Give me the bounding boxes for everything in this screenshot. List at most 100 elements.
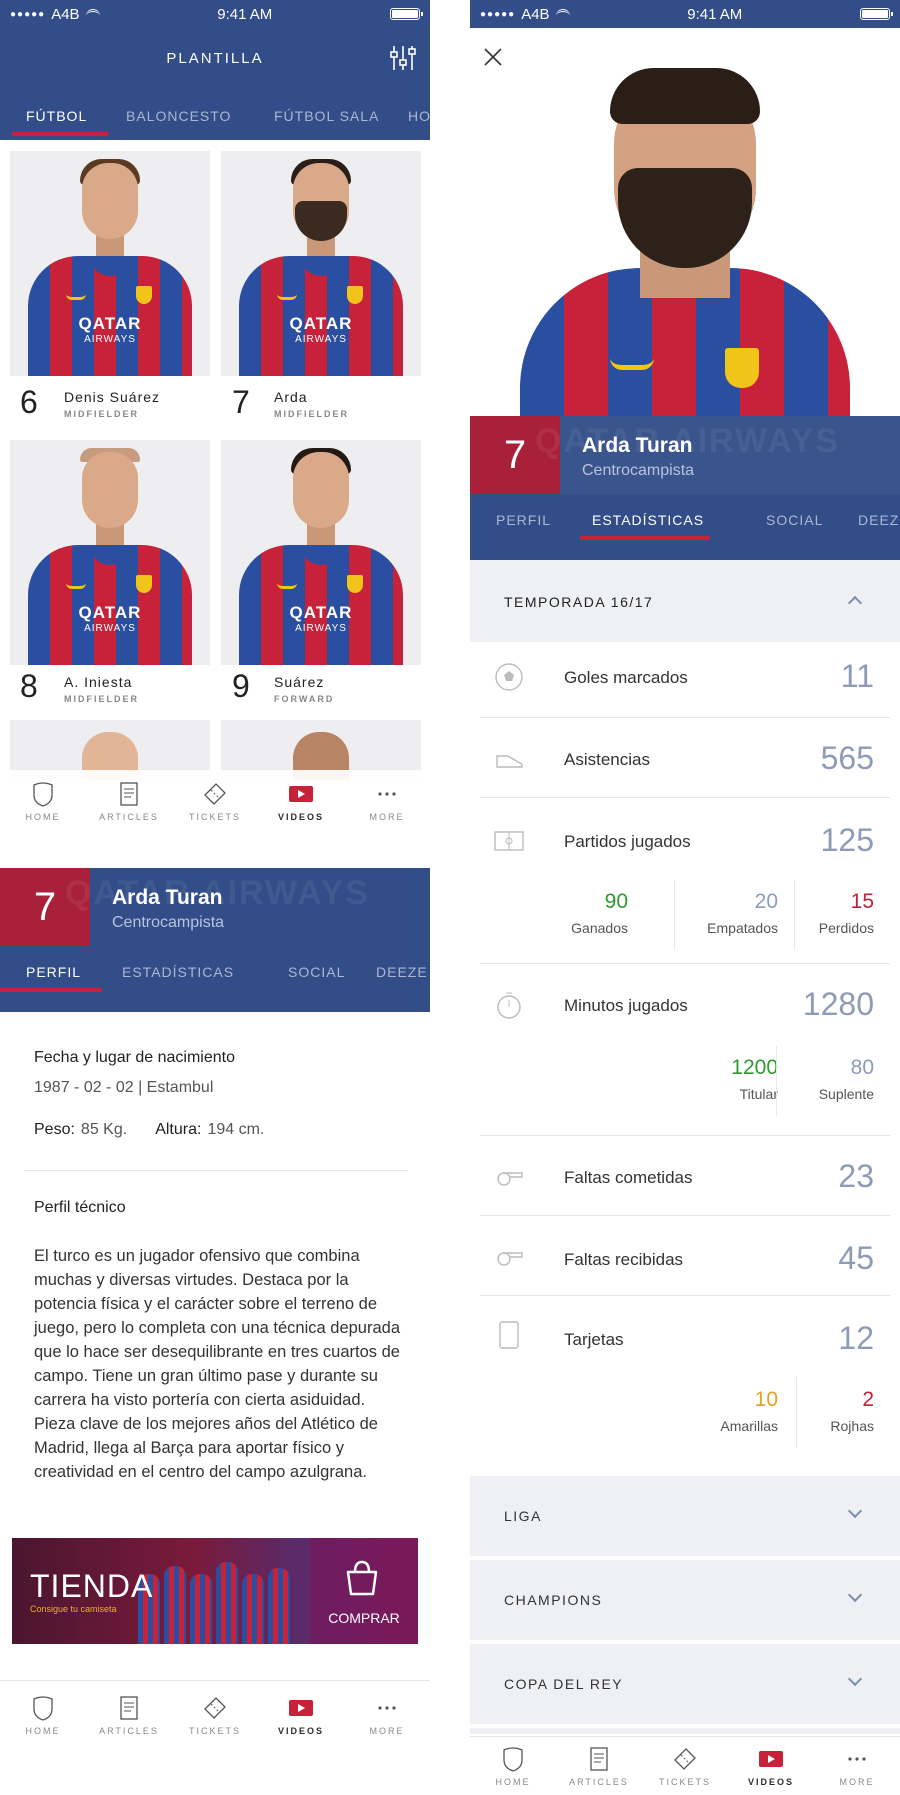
- carrier-label: A4B: [521, 5, 550, 23]
- stat-label: Faltas recibidas: [564, 1250, 684, 1269]
- weight-height: Peso: 85 Kg. Altura: 194 cm.: [34, 1118, 264, 1142]
- more-icon: [378, 1706, 396, 1710]
- chevron-up-icon: [847, 595, 863, 611]
- tab-videos[interactable]: VIDEOS: [261, 781, 341, 822]
- player-number: 7: [232, 384, 250, 420]
- play-icon: [289, 785, 313, 802]
- tab-more[interactable]: MORE: [817, 1746, 897, 1787]
- height-label: Altura:: [155, 1121, 202, 1138]
- tab-tickets[interactable]: TICKETS: [645, 1746, 725, 1787]
- player-number: 8: [20, 668, 38, 704]
- player-photo: QATAR AIRWAYS: [221, 151, 421, 376]
- tab-perfil[interactable]: PERFIL: [0, 952, 102, 992]
- stat-row-assists: Asistencias 565: [480, 718, 890, 798]
- crest-icon: [33, 781, 53, 807]
- chevron-down-icon: [847, 1671, 863, 1687]
- technical-label: Perfil técnico: [34, 1199, 126, 1216]
- accordion-spacer: [470, 1728, 900, 1734]
- card-icon: [499, 1321, 519, 1349]
- tab-social[interactable]: SOCIAL: [268, 952, 368, 992]
- accordion-liga[interactable]: LIGA: [470, 1476, 900, 1556]
- player-role: Centrocampista: [112, 914, 225, 931]
- tab-estadisticas[interactable]: ESTADÍSTICAS: [102, 952, 268, 992]
- tab-more[interactable]: MORE: [347, 781, 427, 822]
- signal-icon: ●●●●●: [480, 8, 516, 20]
- player-name: Arda: [274, 389, 308, 405]
- stat-sub-won: 90 Ganados: [571, 890, 628, 936]
- tab-videos[interactable]: VIDEOS: [261, 1695, 341, 1736]
- tab-articles[interactable]: ARTICLES: [559, 1746, 639, 1787]
- document-icon: [120, 781, 138, 806]
- tab-home[interactable]: HOME: [3, 781, 83, 822]
- tab-perfil[interactable]: PERFIL: [470, 500, 580, 540]
- stat-row-fouls-received: Faltas recibidas 45: [480, 1216, 890, 1296]
- birth-value: 1987 - 02 - 02 | Estambul: [34, 1079, 214, 1096]
- player-card[interactable]: QATAR AIRWAYS: [221, 440, 421, 665]
- tab-home[interactable]: HOME: [473, 1746, 553, 1787]
- accordion-copa-del-rey[interactable]: COPA DEL REY: [470, 1644, 900, 1724]
- accordion-champions[interactable]: CHAMPIONS: [470, 1560, 900, 1640]
- tab-social[interactable]: SOCIAL: [710, 500, 840, 540]
- profile-tabs: PERFIL ESTADÍSTICAS SOCIAL DEEZE: [470, 500, 900, 540]
- boot-icon: [496, 755, 523, 768]
- ticket-icon: [204, 1697, 226, 1719]
- stat-row-fouls-committed: Faltas cometidas 23: [480, 1136, 890, 1216]
- stat-row-matches: Partidos jugados 125 90 Ganados 20 Empatad…: [480, 798, 890, 964]
- shop-banner[interactable]: TIENDA Consigue tu camiseta COMPRAR: [12, 1538, 418, 1644]
- tab-baloncesto[interactable]: BALONCESTO: [108, 96, 254, 136]
- stat-value: 45: [838, 1240, 874, 1276]
- stat-row-goals: Goles marcados 11: [480, 642, 890, 718]
- season-header[interactable]: TEMPORADA 16/17: [470, 560, 900, 642]
- stat-sub-yellow: 10 Amarillas: [720, 1388, 778, 1434]
- status-bar: ●●●●● A4B 9:41 AM: [470, 0, 900, 28]
- stat-sub-sub: 80 Suplente: [818, 1056, 874, 1102]
- tab-hockey[interactable]: HO: [394, 96, 430, 136]
- shopping-bag-icon: [346, 1560, 378, 1596]
- player-card[interactable]: QATAR AIRWAYS: [221, 151, 421, 376]
- player-position: MIDFIELDER: [64, 409, 139, 419]
- status-bar-bg: ●●●●● A4B 9:41 AM: [470, 0, 900, 28]
- player-role: Centrocampista: [582, 462, 695, 479]
- player-card[interactable]: QATAR AIRWAYS: [10, 440, 210, 665]
- tab-futbol-sala[interactable]: FÚTBOL SALA: [254, 96, 394, 136]
- tab-more[interactable]: MORE: [347, 1695, 427, 1736]
- battery-icon: [389, 8, 423, 20]
- crest-icon: [503, 1746, 523, 1772]
- tab-videos[interactable]: VIDEOS: [731, 1746, 811, 1787]
- close-icon[interactable]: [482, 46, 504, 68]
- filter-icon[interactable]: [390, 44, 416, 72]
- sport-tabs: FÚTBOL BALONCESTO FÚTBOL SALA HO: [12, 96, 430, 136]
- stat-label: Tarjetas: [564, 1330, 624, 1349]
- shop-buy-button[interactable]: COMPRAR: [312, 1610, 416, 1626]
- tab-articles[interactable]: ARTICLES: [89, 781, 169, 822]
- player-position: MIDFIELDER: [64, 694, 139, 704]
- whistle-icon: [497, 1252, 523, 1266]
- carrier-label: A4B: [51, 5, 80, 23]
- clock: 9:41 AM: [217, 5, 273, 23]
- tab-articles[interactable]: ARTICLES: [89, 1695, 169, 1736]
- player-card[interactable]: QATAR AIRWAYS: [10, 151, 210, 376]
- more-icon: [848, 1756, 866, 1761]
- player-name: Arda Turan: [112, 886, 223, 909]
- player-photo: QATAR AIRWAYS: [10, 440, 210, 665]
- player-hero-photo: [470, 28, 900, 416]
- stopwatch-icon: [497, 992, 521, 1019]
- signal-icon: ●●●●●: [10, 8, 46, 20]
- tab-deezer[interactable]: DEEZE: [840, 500, 900, 540]
- tab-deezer[interactable]: DEEZE: [368, 952, 430, 992]
- technical-text: El turco es un jugador ofensivo que comb…: [34, 1247, 401, 1481]
- player-photo: QATAR AIRWAYS: [10, 151, 210, 376]
- player-banner: 7 QATAR AIRWAYS Arda Turan Centrocampist…: [0, 868, 430, 946]
- tab-bar: HOME ARTICLES TICKETS VIDEOS MORE: [0, 1680, 430, 1750]
- tab-futbol[interactable]: FÚTBOL: [12, 96, 108, 136]
- player-stats-screen: ●●●●● A4B 9:41 AM 7 QATAR AIRWAYS Arda T…: [470, 0, 900, 1795]
- profile-tabs-bar: PERFIL ESTADÍSTICAS SOCIAL DEEZE: [470, 494, 900, 560]
- stat-value: 1280: [802, 986, 874, 1022]
- tab-estadisticas[interactable]: ESTADÍSTICAS: [580, 500, 710, 540]
- tab-tickets[interactable]: TICKETS: [175, 781, 255, 822]
- tab-home[interactable]: HOME: [3, 1695, 83, 1736]
- player-number: 6: [20, 384, 38, 420]
- page-title: PLANTILLA: [166, 50, 264, 67]
- stat-row-minutes: Minutos jugados 1280 1200 Titular 80 Suple…: [480, 964, 890, 1136]
- tab-tickets[interactable]: TICKETS: [175, 1695, 255, 1736]
